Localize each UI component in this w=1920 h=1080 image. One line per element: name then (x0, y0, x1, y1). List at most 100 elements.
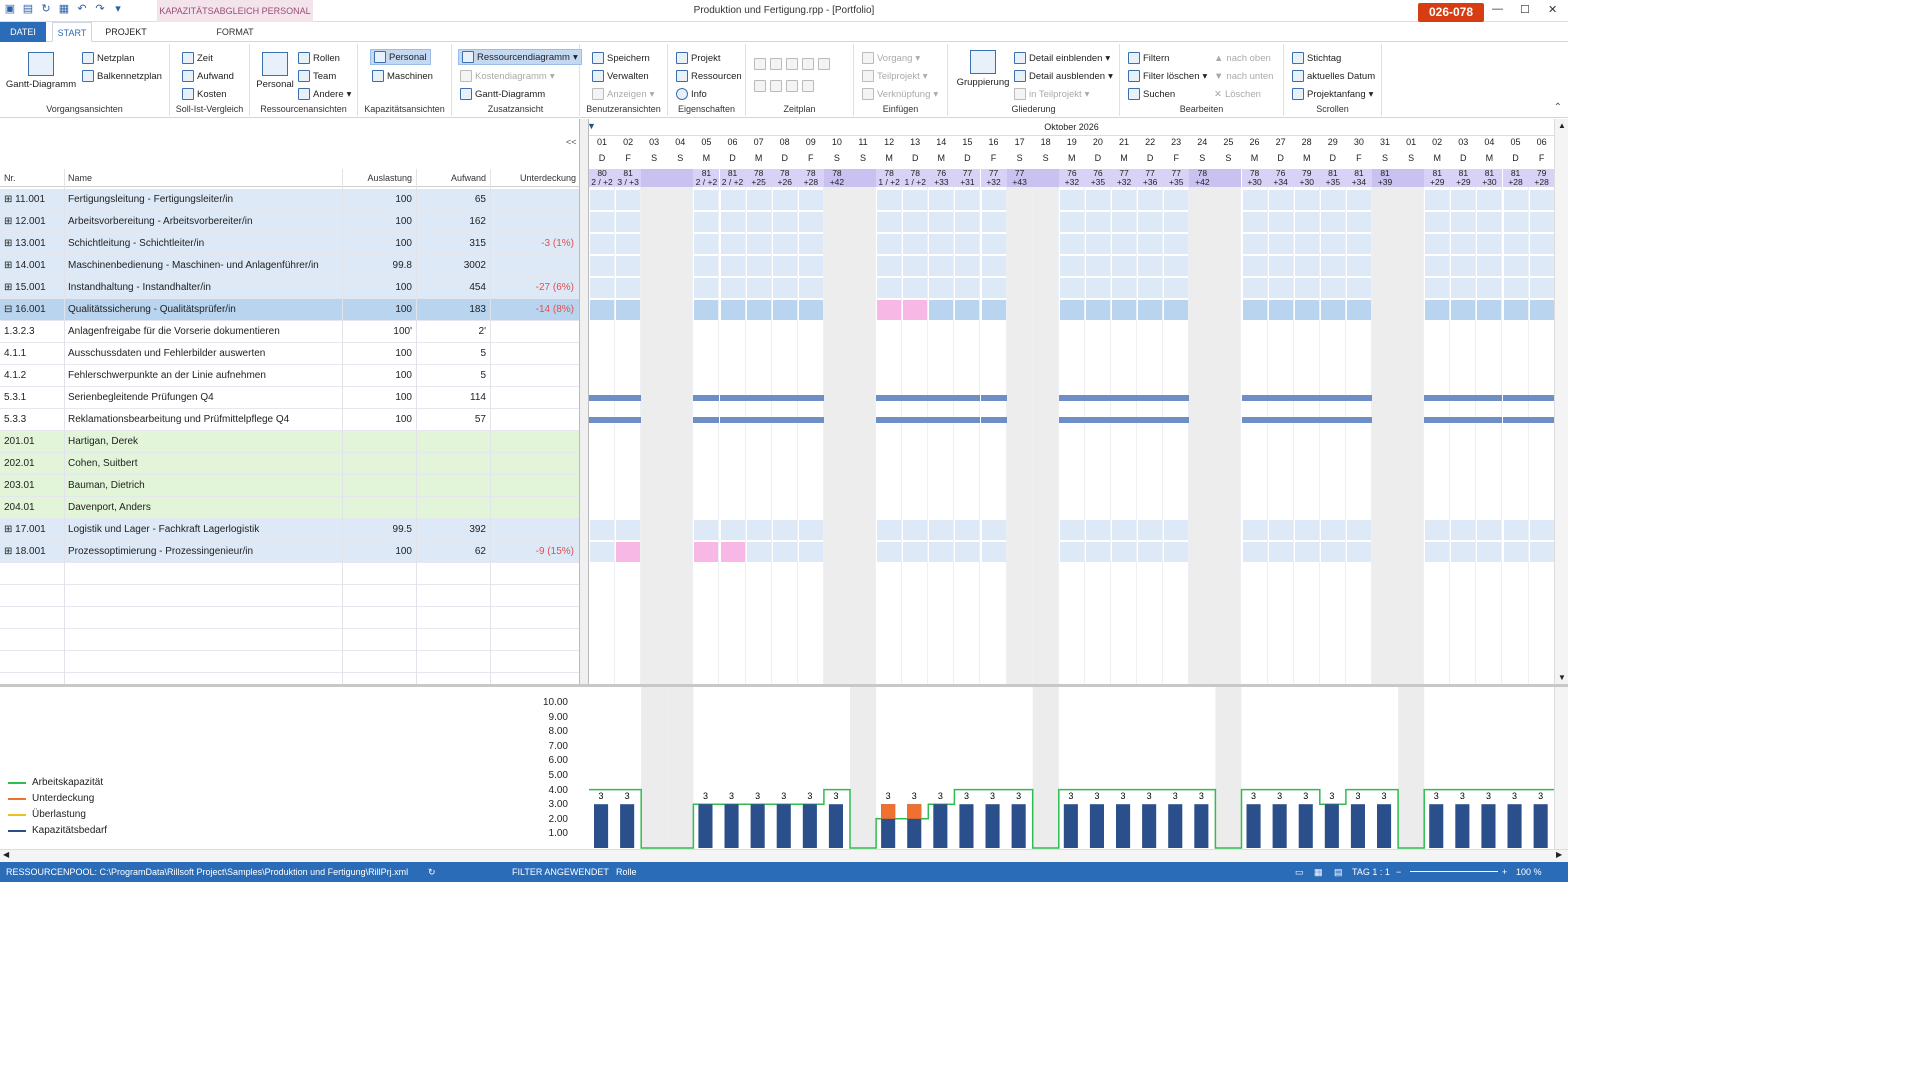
capacity-cell[interactable] (1529, 256, 1554, 276)
horizontal-scrollbar[interactable]: ◀ ▶ (0, 849, 1568, 862)
capacity-cell[interactable] (720, 300, 745, 320)
table-row[interactable]: 5.3.1 Serienbegleitende Prüfungen Q4 100 11… (0, 387, 579, 409)
capacity-cell[interactable] (1451, 190, 1476, 210)
person-cell[interactable] (1347, 498, 1371, 518)
person-cell[interactable] (1243, 476, 1267, 496)
table-row[interactable]: ⊞ 11.001 Fertigungsleitung - Fertigungsle… (0, 189, 579, 211)
person-cell[interactable] (1504, 498, 1528, 518)
capacity-cell[interactable] (1451, 212, 1476, 232)
capacity-cell[interactable] (929, 520, 954, 540)
in-teilprojekt-button[interactable]: in Teilprojekt ▾ (1014, 86, 1089, 102)
capacity-cell[interactable] (877, 520, 902, 540)
person-cell[interactable] (1425, 432, 1449, 452)
table-row[interactable]: ⊞ 12.001 Arbeitsvorbereitung - Arbeitsvor… (0, 211, 579, 233)
capacity-cell[interactable] (1138, 520, 1163, 540)
capacity-cell[interactable] (720, 212, 745, 232)
capacity-cell[interactable] (1112, 190, 1137, 210)
capacity-cell[interactable] (1242, 234, 1267, 254)
table-row[interactable]: ⊞ 18.001 Prozessoptimierung - Prozessinge… (0, 541, 579, 563)
capacity-cell[interactable] (1085, 520, 1110, 540)
capacity-cell[interactable] (746, 542, 771, 562)
person-cell[interactable] (1138, 476, 1162, 496)
capacity-cell[interactable] (1268, 520, 1293, 540)
person-cell[interactable] (877, 432, 901, 452)
capacity-cell[interactable] (929, 300, 954, 320)
capacity-cell[interactable] (616, 234, 641, 254)
capacity-cell[interactable] (1059, 234, 1084, 254)
capacity-cell[interactable] (1320, 234, 1345, 254)
minimize-icon[interactable]: — (1492, 3, 1503, 15)
capacity-cell[interactable] (798, 212, 823, 232)
person-cell[interactable] (1164, 476, 1188, 496)
capacity-cell[interactable] (1346, 256, 1371, 276)
info-button[interactable]: Info (676, 86, 707, 102)
capacity-cell[interactable] (1242, 520, 1267, 540)
person-cell[interactable] (982, 432, 1006, 452)
capacity-cell[interactable] (955, 212, 980, 232)
capacity-cell[interactable] (903, 542, 928, 562)
capacity-cell[interactable] (1425, 278, 1450, 298)
capacity-cell[interactable] (1346, 278, 1371, 298)
anzeigen-button[interactable]: Anzeigen ▾ (592, 86, 654, 102)
capacity-cell[interactable] (1477, 190, 1502, 210)
capacity-cell[interactable] (1268, 256, 1293, 276)
verknuepfung-button[interactable]: Verknüpfung ▾ (862, 86, 938, 102)
capacity-cell[interactable] (1320, 212, 1345, 232)
capacity-cell[interactable] (590, 212, 615, 232)
capacity-cell[interactable] (798, 520, 823, 540)
projektanfang-button[interactable]: Projektanfang ▾ (1292, 86, 1373, 102)
capacity-cell[interactable] (772, 520, 797, 540)
capacity-cell[interactable] (1164, 212, 1189, 232)
capacity-cell[interactable] (903, 520, 928, 540)
capacity-cell[interactable] (694, 234, 719, 254)
person-cell[interactable] (1321, 432, 1345, 452)
capacity-cell[interactable] (929, 278, 954, 298)
person-cell[interactable] (929, 498, 953, 518)
zoom-in-icon[interactable]: + (1502, 867, 1507, 877)
scroll-left-icon[interactable]: ◀ (3, 850, 9, 859)
capacity-cell[interactable] (1059, 520, 1084, 540)
capacity-cell[interactable] (1320, 256, 1345, 276)
capacity-cell[interactable] (746, 520, 771, 540)
table-row[interactable]: ⊞ 13.001 Schichtleitung - Schichtleiter/i… (0, 233, 579, 255)
capacity-cell[interactable] (1346, 520, 1371, 540)
capacity-cell[interactable] (798, 542, 823, 562)
person-cell[interactable] (590, 498, 614, 518)
capacity-cell[interactable] (1320, 300, 1345, 320)
refresh-pool-icon[interactable]: ↻ (428, 867, 436, 878)
capacity-cell[interactable] (1425, 190, 1450, 210)
person-cell[interactable] (1504, 454, 1528, 474)
capacity-cell[interactable] (955, 190, 980, 210)
person-cell[interactable] (773, 476, 797, 496)
capacity-cell[interactable] (746, 300, 771, 320)
capacity-cell[interactable] (1268, 300, 1293, 320)
person-cell[interactable] (1138, 454, 1162, 474)
person-cell[interactable] (982, 454, 1006, 474)
capacity-cell[interactable] (616, 542, 641, 562)
person-cell[interactable] (1425, 454, 1449, 474)
capacity-cell[interactable] (955, 542, 980, 562)
capacity-cell[interactable] (1503, 190, 1528, 210)
capacity-cell[interactable] (1529, 234, 1554, 254)
capacity-cell[interactable] (1164, 542, 1189, 562)
person-cell[interactable] (1425, 498, 1449, 518)
person-cell[interactable] (616, 476, 640, 496)
capacity-cell[interactable] (1268, 212, 1293, 232)
view-normal-icon[interactable]: ▭ (1295, 867, 1304, 878)
person-cell[interactable] (929, 432, 953, 452)
capacity-cell[interactable] (1242, 542, 1267, 562)
capacity-cell[interactable] (590, 234, 615, 254)
person-cell[interactable] (694, 454, 718, 474)
capacity-cell[interactable] (772, 212, 797, 232)
capacity-cell[interactable] (981, 520, 1006, 540)
capacity-cell[interactable] (694, 300, 719, 320)
capacity-cell[interactable] (720, 542, 745, 562)
capacity-cell[interactable] (1503, 542, 1528, 562)
capacity-cell[interactable] (929, 212, 954, 232)
capacity-cell[interactable] (746, 256, 771, 276)
tab-format[interactable]: FORMAT (212, 22, 258, 42)
capacity-cell[interactable] (1138, 212, 1163, 232)
kostendiagramm-button[interactable]: Kostendiagramm ▾ (460, 68, 555, 84)
person-cell[interactable] (955, 476, 979, 496)
person-cell[interactable] (1347, 476, 1371, 496)
